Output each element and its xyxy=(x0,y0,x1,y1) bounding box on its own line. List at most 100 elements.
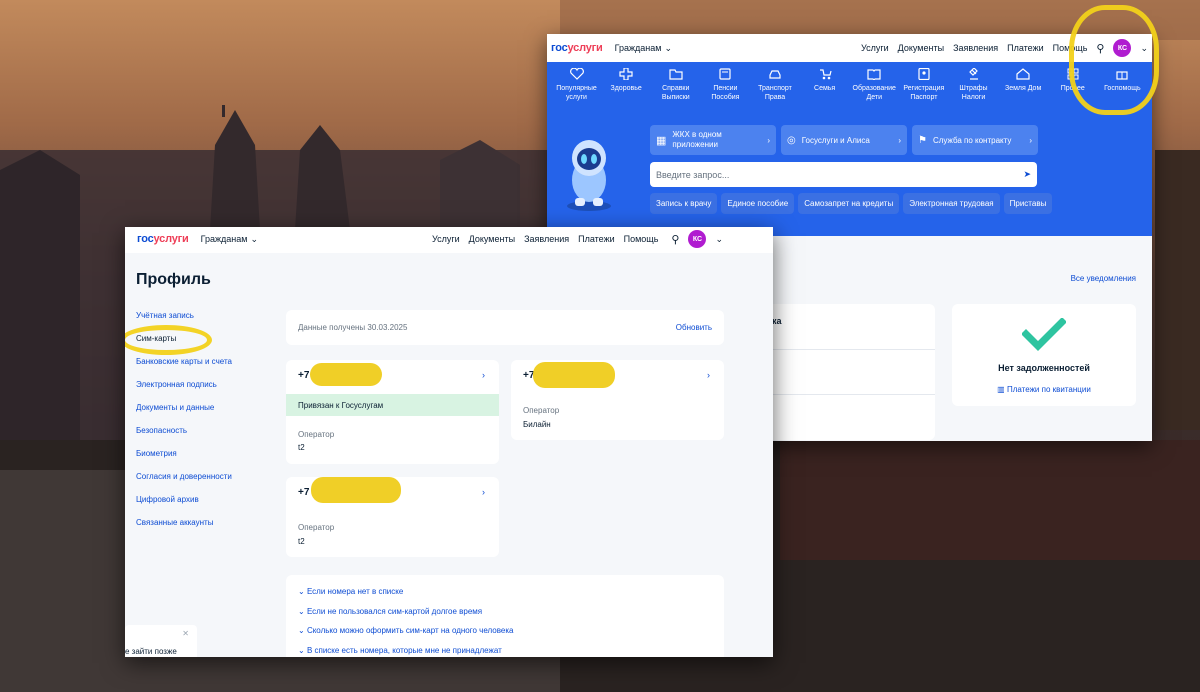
faq-item[interactable]: ⌄ Если не пользовался сим-картой долгое … xyxy=(286,607,724,627)
category-education[interactable]: Образование Дети xyxy=(851,68,898,102)
data-received-panel: Данные получены 30.03.2025 Обновить xyxy=(286,310,724,345)
menu-security[interactable]: Безопасность xyxy=(136,426,232,449)
sim-card-1[interactable]: +7 › Привязан к Госуслугам Оператор t2 xyxy=(286,360,499,464)
menu-biometrics[interactable]: Биометрия xyxy=(136,449,232,472)
page-title: Профиль xyxy=(136,271,211,288)
chip-doctor[interactable]: Запись к врачу xyxy=(650,193,718,214)
citizen-label: Гражданам xyxy=(200,234,248,244)
faq-item[interactable]: ⌄ Сколько можно оформить сим-карт на одн… xyxy=(286,626,724,646)
id-card-icon xyxy=(918,68,930,80)
tile-alice[interactable]: ◎ Госуслуги и Алиса › xyxy=(781,125,907,155)
tile-contract-service[interactable]: ⚑ Служба по контракту › xyxy=(912,125,1038,155)
category-popular[interactable]: Популярные услуги xyxy=(553,68,600,102)
hero-panel: Популярные услуги Здоровье Справки Выпис… xyxy=(547,62,1152,236)
citizen-dropdown[interactable]: Гражданам ⌄ xyxy=(201,234,258,245)
card-title-fragment: ка xyxy=(772,316,782,326)
logo-part-gos: гос xyxy=(137,233,154,245)
redaction-mark xyxy=(533,362,615,388)
category-certificates[interactable]: Справки Выписки xyxy=(652,68,699,102)
tile-label: Госуслуги и Алиса xyxy=(801,135,870,145)
category-land[interactable]: Земля Дом xyxy=(1000,68,1047,102)
nav-payments[interactable]: Платежи xyxy=(578,234,615,244)
close-icon[interactable]: ✕ xyxy=(182,629,189,638)
nav-payments[interactable]: Платежи xyxy=(1007,43,1044,53)
category-registration[interactable]: Регистрация Паспорт xyxy=(900,68,947,102)
chip-allowance[interactable]: Единое пособие xyxy=(721,193,795,214)
category-label: Земля Дом xyxy=(1004,85,1042,92)
chip-bailiffs[interactable]: Приставы xyxy=(1003,193,1053,214)
category-label: Штрафы Налоги xyxy=(959,85,988,101)
category-fines[interactable]: Штрафы Налоги xyxy=(950,68,997,102)
category-health[interactable]: Здоровье xyxy=(603,68,650,102)
chip-work-book[interactable]: Электронная трудовая xyxy=(903,193,1000,214)
nav-documents[interactable]: Документы xyxy=(469,234,515,244)
sim-card-2[interactable]: +7 › Оператор Билайн xyxy=(511,360,724,440)
heart-icon xyxy=(569,68,584,80)
chevron-down-icon: ⌄ xyxy=(250,233,258,244)
chevron-down-icon: ⌄ xyxy=(298,587,307,596)
citizen-dropdown[interactable]: Гражданам ⌄ xyxy=(615,43,672,54)
chevron-down-icon: ⌄ xyxy=(298,626,307,635)
category-family[interactable]: Семья xyxy=(801,68,848,102)
highlight-circle-profile xyxy=(1069,5,1159,115)
folder-icon xyxy=(669,69,683,80)
send-icon[interactable]: ➤ xyxy=(1023,169,1031,180)
tile-label: Служба по контракту xyxy=(932,135,1012,145)
nav-help[interactable]: Помощь xyxy=(624,234,659,244)
avatar[interactable]: КС xyxy=(688,230,707,248)
gavel-icon xyxy=(968,68,978,80)
no-debts-card: Нет задолженностей ▥ Платежи по квитанци… xyxy=(952,304,1136,406)
faq-item[interactable]: ⌄ В списке есть номера, которые мне не п… xyxy=(286,646,724,658)
chip-credit-ban[interactable]: Самозапрет на кредиты xyxy=(798,193,900,214)
nav-services[interactable]: Услуги xyxy=(861,43,889,53)
nav-applications[interactable]: Заявления xyxy=(524,234,569,244)
menu-digital-archive[interactable]: Цифровой архив xyxy=(136,495,232,518)
chevron-right-icon: › xyxy=(898,135,901,145)
menu-e-signature[interactable]: Электронная подпись xyxy=(136,380,232,403)
operator-value: Билайн xyxy=(523,420,551,429)
chevron-down-icon: ⌄ xyxy=(298,606,307,616)
nav-documents[interactable]: Документы xyxy=(898,43,944,53)
faq-question: Сколько можно оформить сим-карт на одног… xyxy=(306,626,514,635)
menu-linked-accounts[interactable]: Связанные аккаунты xyxy=(136,518,232,541)
menu-documents[interactable]: Документы и данные xyxy=(136,403,232,426)
search-placeholder: Введите запрос... xyxy=(656,169,730,180)
category-pensions[interactable]: Пенсии Пособия xyxy=(702,68,749,102)
logo-part-uslugi: услуги xyxy=(153,233,189,245)
tile-housing-app[interactable]: ▦ ЖКХ в одном приложении › xyxy=(650,125,776,155)
linked-badge: Привязан к Госуслугам xyxy=(286,394,499,416)
search-icon[interactable]: ⚲ xyxy=(671,233,679,246)
operator-value: t2 xyxy=(298,443,305,452)
menu-bank-cards[interactable]: Банковские карты и счета xyxy=(136,357,232,380)
operator-label: Оператор xyxy=(523,406,560,415)
category-label: Семья xyxy=(814,85,836,92)
category-label: Регистрация Паспорт xyxy=(903,85,945,101)
chevron-down-icon[interactable]: ⌄ xyxy=(715,234,723,245)
chevron-right-icon: › xyxy=(482,487,485,497)
all-notifications-link[interactable]: Все уведомления xyxy=(1071,274,1136,283)
nav-applications[interactable]: Заявления xyxy=(953,43,998,53)
operator-label: Оператор xyxy=(298,430,335,439)
receipt-payments-link[interactable]: ▥ Платежи по квитанции xyxy=(952,385,1136,394)
house-icon xyxy=(1016,68,1030,80)
operator-label: Оператор xyxy=(298,523,335,532)
category-transport[interactable]: Транспорт Права xyxy=(752,68,799,102)
logo-part-gos: гос xyxy=(551,42,568,54)
checkmark-icon xyxy=(1022,318,1066,351)
gosuslugi-logo[interactable]: госуслуги xyxy=(137,233,189,245)
menu-consents[interactable]: Согласия и доверенности xyxy=(136,472,232,495)
redaction-mark xyxy=(310,363,382,386)
category-row: Популярные услуги Здоровье Справки Выпис… xyxy=(547,68,1152,102)
faq-item[interactable]: ⌄ Если номера нет в списке xyxy=(286,587,724,607)
chevron-right-icon: › xyxy=(767,135,770,145)
category-label: Справки Выписки xyxy=(661,85,690,101)
toast-text: е зайти позже xyxy=(125,647,177,656)
gosuslugi-logo[interactable]: госуслуги xyxy=(551,42,603,54)
sim-card-3[interactable]: +7 › Оператор t2 xyxy=(286,477,499,557)
stroller-icon xyxy=(819,69,832,80)
refresh-link[interactable]: Обновить xyxy=(676,323,712,332)
search-input[interactable]: Введите запрос... ➤ xyxy=(650,162,1037,187)
nav-services[interactable]: Услуги xyxy=(432,234,460,244)
chevron-right-icon: › xyxy=(482,370,485,380)
profile-body: Профиль Учётная запись Сим-карты Банковс… xyxy=(125,253,773,657)
